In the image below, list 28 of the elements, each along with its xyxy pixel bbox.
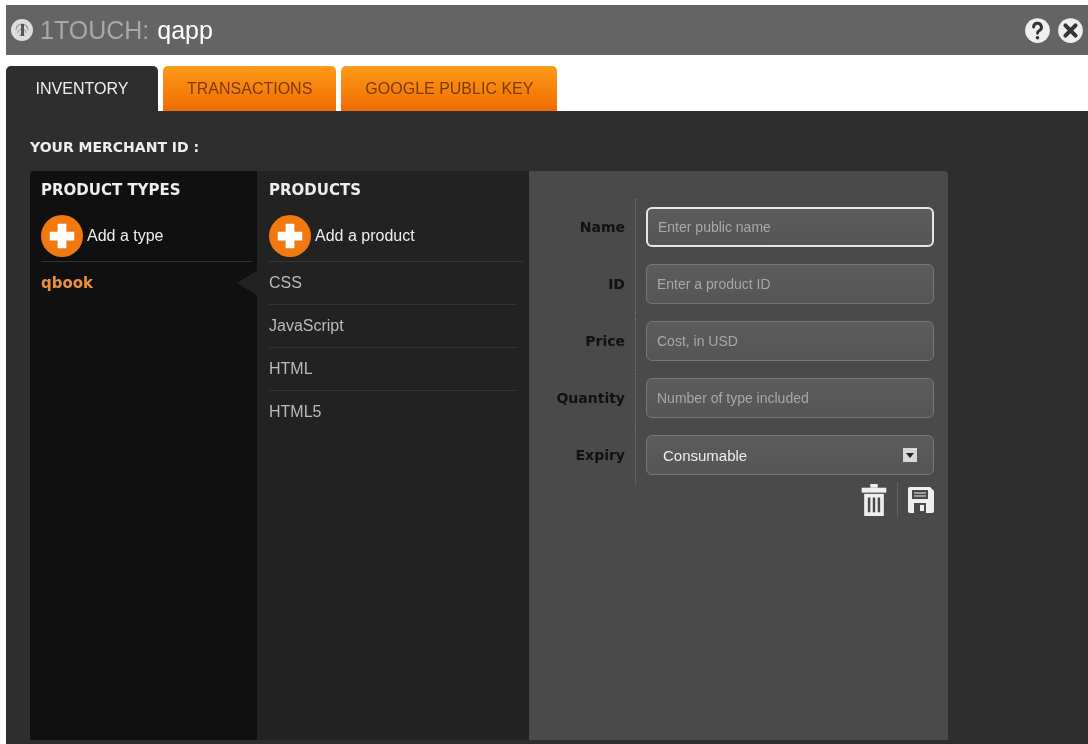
list-item[interactable]: CSS xyxy=(269,262,517,305)
field-label: Price xyxy=(529,312,636,370)
caret-icon xyxy=(903,448,917,462)
trash-icon[interactable] xyxy=(861,484,887,516)
input-field[interactable]: Cost, in USD xyxy=(646,321,934,361)
field-label: Name xyxy=(529,198,636,256)
add-button[interactable]: Add a type xyxy=(41,211,252,262)
save-icon[interactable] xyxy=(908,484,934,516)
field-label: Quantity xyxy=(529,369,636,427)
app-name: qapp xyxy=(157,15,213,45)
column-heading: PRODUCT TYPES xyxy=(41,181,182,201)
list-item[interactable]: HTML5 xyxy=(269,391,517,433)
add-button[interactable]: Add a product xyxy=(269,211,523,262)
plus-icon xyxy=(41,215,83,257)
list-item[interactable]: JavaScript xyxy=(269,305,517,348)
list-item[interactable]: HTML xyxy=(269,348,517,391)
field-label: Expiry xyxy=(529,426,636,484)
merchant-id-label: YOUR MERCHANT ID : xyxy=(30,139,201,157)
plus-icon xyxy=(269,215,311,257)
field-label: ID xyxy=(529,255,636,313)
close-icon[interactable] xyxy=(1057,16,1084,44)
input-field[interactable]: Number of type included xyxy=(646,378,934,418)
app-brand: 1TOUCH: xyxy=(40,15,150,45)
tab[interactable]: INVENTORY xyxy=(6,66,158,111)
column-heading: PRODUCTS xyxy=(269,181,362,201)
help-icon[interactable] xyxy=(1024,16,1051,44)
input-field[interactable]: Enter a product ID xyxy=(646,264,934,304)
expiry-dropdown[interactable]: Consumable xyxy=(646,435,934,475)
